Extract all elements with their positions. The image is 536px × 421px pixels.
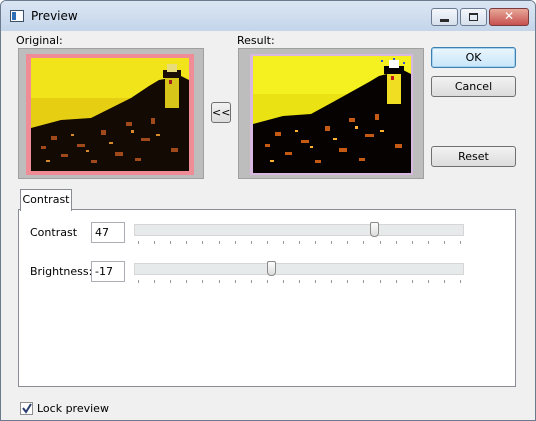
slider-tick [218, 280, 220, 283]
slider-tick [250, 280, 252, 283]
maximize-button[interactable] [460, 8, 487, 26]
app-icon [10, 10, 24, 22]
slider-tick [427, 241, 429, 244]
original-image [31, 58, 189, 171]
window-title: Preview [31, 9, 78, 23]
brightness-value-field[interactable]: -17 [91, 261, 125, 282]
original-label: Original: [16, 34, 63, 47]
lock-preview-label: Lock preview [37, 402, 109, 415]
slider-tick [363, 280, 365, 283]
slider-tick [427, 280, 429, 283]
slider-tick [347, 280, 349, 283]
original-preview[interactable] [18, 48, 204, 179]
slider-tick [331, 280, 333, 283]
slider-tick [138, 241, 139, 244]
slider-tick [234, 280, 236, 283]
slider-tick [170, 241, 172, 244]
close-icon: ✕ [503, 9, 515, 23]
slider-tick [299, 241, 300, 244]
slider-tick [395, 280, 397, 283]
slider-tick [299, 280, 300, 283]
title-bar[interactable]: Preview ✕ [1, 1, 535, 31]
slider-tick [443, 241, 445, 244]
copy-to-result-button[interactable]: << [211, 102, 231, 123]
slider-tick [266, 241, 268, 244]
slider-tick [315, 280, 317, 283]
brightness-label: Brightness: [30, 265, 93, 278]
slider-tick [379, 241, 381, 244]
slider-tick [411, 280, 413, 283]
slider-tick [138, 280, 139, 283]
slider-tick [250, 241, 252, 244]
slider-tick [154, 241, 156, 244]
checkmark-icon [22, 403, 32, 414]
slider-tick [186, 241, 188, 244]
result-label: Result: [237, 34, 275, 47]
slider-tick [460, 280, 461, 283]
brightness-slider-track[interactable] [134, 263, 464, 275]
contrast-value-field[interactable]: 47 [91, 222, 125, 243]
slider-tick [218, 241, 220, 244]
slider-tick [460, 241, 461, 244]
brightness-slider-ticks [134, 280, 464, 284]
slider-tick [234, 241, 236, 244]
result-image [253, 56, 411, 173]
slider-tick [395, 241, 397, 244]
slider-tick [282, 280, 284, 283]
slider-tick [379, 280, 381, 283]
slider-tick [347, 241, 349, 244]
slider-tick [186, 280, 188, 283]
slider-tick [315, 241, 317, 244]
minimize-icon [440, 19, 449, 22]
slider-tick [282, 241, 284, 244]
contrast-label: Contrast [30, 226, 78, 239]
brightness-slider-thumb[interactable] [267, 261, 277, 276]
slider-tick [154, 280, 156, 283]
slider-tick [331, 241, 333, 244]
contrast-slider-track[interactable] [134, 224, 464, 236]
cancel-button[interactable]: Cancel [431, 76, 516, 97]
slider-tick [202, 280, 204, 283]
slider-tick [202, 241, 204, 244]
contrast-slider-ticks [134, 241, 464, 245]
preview-dialog: Preview ✕ Original: Result: << OK Cancel… [0, 0, 536, 421]
reset-button[interactable]: Reset [431, 146, 516, 167]
slider-tick [170, 280, 172, 283]
result-preview[interactable] [238, 48, 424, 179]
lock-preview-checkbox[interactable] [20, 402, 33, 415]
minimize-button[interactable] [431, 8, 458, 26]
ok-button[interactable]: OK [431, 47, 516, 68]
slider-tick [363, 241, 365, 244]
maximize-icon [469, 13, 478, 21]
contrast-slider-thumb[interactable] [369, 222, 379, 237]
slider-tick [443, 280, 445, 283]
slider-tick [411, 241, 413, 244]
tab-panel: Contrast 47 Brightness: -17 [18, 209, 516, 387]
slider-tick [266, 280, 268, 283]
tab-contrast[interactable]: Contrast [20, 189, 72, 211]
close-button[interactable]: ✕ [489, 8, 529, 26]
